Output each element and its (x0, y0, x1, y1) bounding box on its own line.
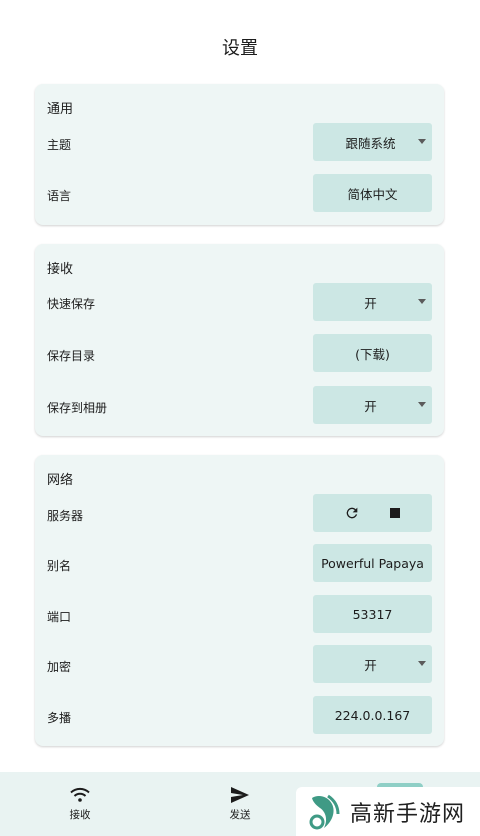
dropdown-arrow-icon (418, 139, 426, 144)
theme-value: 跟随系统 (345, 135, 396, 151)
encryption-dropdown[interactable]: 开 (313, 645, 432, 683)
multicast-field[interactable]: 224.0.0.167 (313, 696, 432, 734)
wifi-icon (70, 787, 90, 803)
port-field[interactable]: 53317 (313, 595, 432, 633)
encryption-label: 加密 (47, 660, 72, 674)
save-dir-value: (下载) (355, 346, 390, 362)
watermark-logo-icon (308, 792, 342, 832)
section-receive: 接收 快速保存 开 保存目录 (下载) 保存到相册 开 (35, 244, 444, 436)
nav-receive[interactable]: 接收 (20, 772, 140, 836)
nav-receive-label: 接收 (69, 808, 91, 821)
alias-value: Powerful Papaya (321, 555, 424, 571)
language-label: 语言 (47, 189, 72, 203)
section-title: 通用 (47, 102, 74, 117)
multicast-value: 224.0.0.167 (334, 707, 411, 723)
save-to-gallery-dropdown[interactable]: 开 (313, 386, 432, 424)
send-icon (231, 786, 249, 803)
dropdown-arrow-icon (418, 402, 426, 407)
nav-send-label: 发送 (229, 808, 251, 821)
section-title: 网络 (47, 473, 74, 488)
quick-save-label: 快速保存 (47, 297, 96, 311)
port-value: 53317 (352, 606, 393, 622)
theme-label: 主题 (47, 138, 72, 152)
dropdown-arrow-icon (418, 299, 426, 304)
page-title: 设置 (222, 38, 258, 59)
quick-save-dropdown[interactable]: 开 (313, 283, 432, 321)
alias-field[interactable]: Powerful Papaya (313, 544, 432, 582)
section-title: 接收 (47, 262, 74, 277)
port-label: 端口 (47, 610, 72, 624)
multicast-label: 多播 (47, 711, 72, 725)
language-button[interactable]: 简体中文 (313, 174, 432, 212)
save-dir-label: 保存目录 (47, 349, 96, 363)
save-dir-button[interactable]: (下载) (313, 334, 432, 372)
language-value: 简体中文 (347, 186, 398, 202)
section-general: 通用 主题 跟随系统 语言 简体中文 (35, 84, 444, 225)
dropdown-arrow-icon (418, 661, 426, 666)
alias-label: 别名 (47, 559, 72, 573)
theme-dropdown[interactable]: 跟随系统 (313, 123, 432, 161)
save-to-gallery-label: 保存到相册 (47, 401, 108, 415)
nav-send[interactable]: 发送 (180, 772, 300, 836)
section-network: 网络 服务器 别名 Powerful Papaya 端口 53317 加密 开 … (35, 455, 444, 746)
watermark-text: 高新手游网 (350, 801, 466, 827)
watermark: 高新手游网 (296, 787, 480, 836)
server-controls (313, 494, 432, 532)
encryption-value: 开 (364, 657, 377, 673)
quick-save-value: 开 (364, 295, 377, 311)
stop-icon[interactable] (389, 507, 401, 519)
save-to-gallery-value: 开 (364, 398, 377, 414)
server-label: 服务器 (47, 509, 84, 523)
refresh-icon[interactable] (344, 505, 360, 521)
